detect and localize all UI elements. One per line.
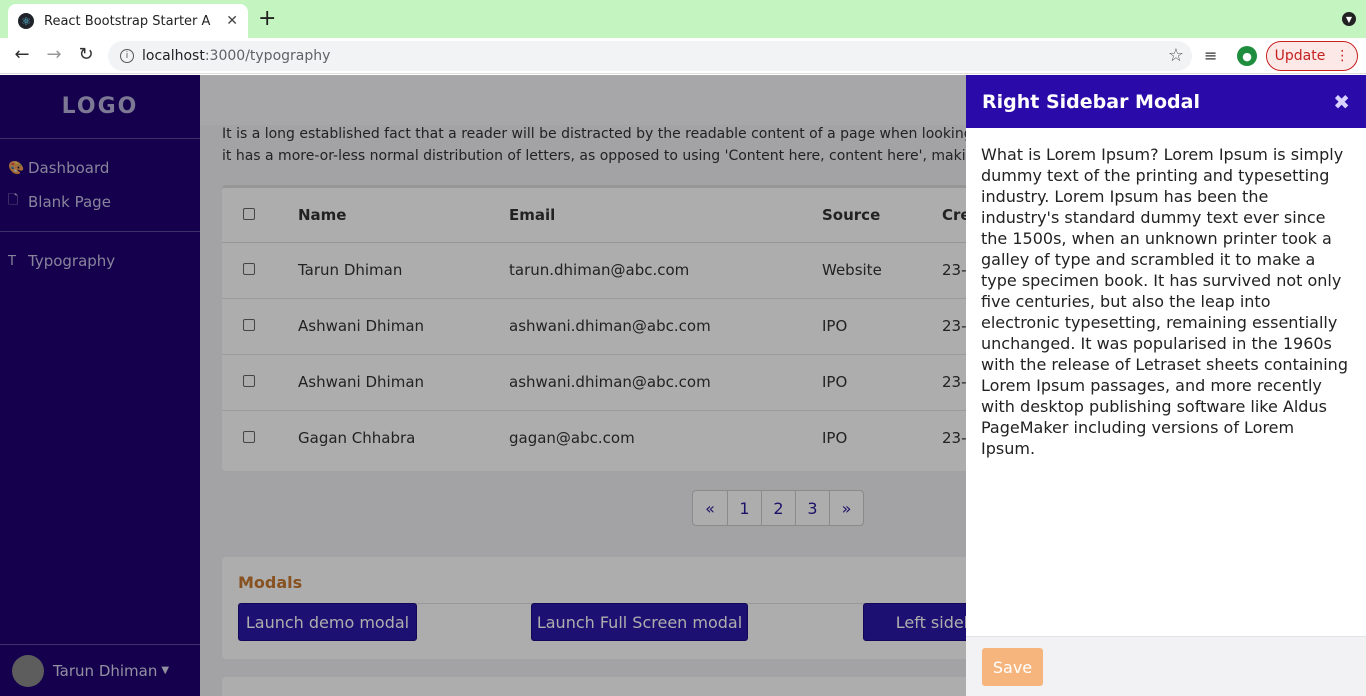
new-tab-icon[interactable]: + (258, 8, 276, 30)
close-icon[interactable]: ✖ (1333, 90, 1350, 114)
modal-body-text: What is Lorem Ipsum? Lorem Ipsum is simp… (981, 145, 1348, 458)
browser-toolbar: ← → ↻ i localhost:3000/typography ☆ ≡ ● … (0, 38, 1366, 74)
profile-avatar-icon[interactable]: ● (1237, 46, 1257, 66)
media-queue-icon[interactable]: ≡ (1204, 46, 1217, 65)
save-button[interactable]: Save (982, 648, 1043, 686)
address-bar[interactable]: i localhost:3000/typography ☆ (108, 41, 1192, 71)
back-arrow-icon[interactable]: ← (10, 44, 34, 65)
browser-tab-strip: ⚛ React Bootstrap Starter A ✕ + ▼ (0, 0, 1366, 38)
forward-arrow-icon[interactable]: → (42, 44, 66, 65)
browser-tab[interactable]: ⚛ React Bootstrap Starter A ✕ (8, 4, 248, 38)
url-path: :3000/typography (204, 48, 331, 64)
reload-icon[interactable]: ↻ (74, 44, 98, 65)
url-host: localhost (142, 48, 205, 64)
close-tab-icon[interactable]: ✕ (226, 13, 238, 29)
tab-search-icon[interactable]: ▼ (1342, 12, 1356, 26)
update-button[interactable]: Update ⋮ (1266, 41, 1358, 71)
update-label: Update (1274, 48, 1326, 64)
modal-title: Right Sidebar Modal (982, 90, 1200, 113)
modal-footer: Save (966, 636, 1366, 696)
site-info-icon[interactable]: i (120, 49, 134, 63)
tab-title: React Bootstrap Starter A (44, 13, 211, 29)
more-vert-icon: ⋮ (1335, 48, 1350, 64)
modal-header: Right Sidebar Modal ✖ (966, 75, 1366, 128)
react-favicon-icon: ⚛ (18, 13, 34, 29)
modal-backdrop[interactable] (0, 75, 966, 696)
bookmark-star-icon[interactable]: ☆ (1168, 45, 1184, 66)
right-sidebar-modal: Right Sidebar Modal ✖ What is Lorem Ipsu… (966, 75, 1366, 696)
